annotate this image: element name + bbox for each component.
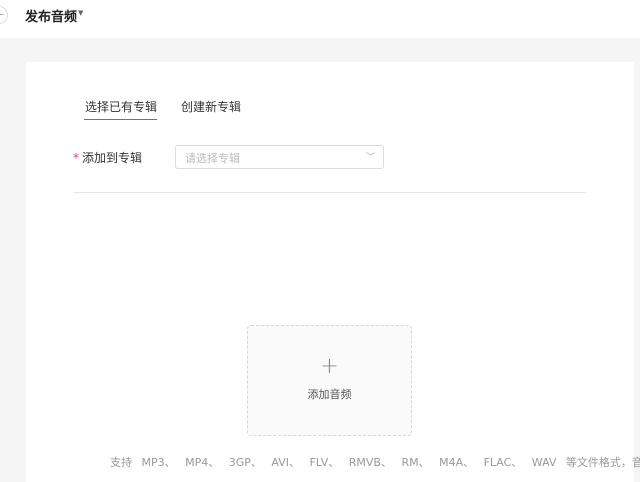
back-arrow-icon[interactable]: ← xyxy=(0,6,8,24)
supported-formats-hint: 支持 MP3、 MP4、 3GP、 AVI、 FLV、 RMVB、 RM、 M4… xyxy=(110,456,640,469)
add-audio-button[interactable]: + 添加音频 xyxy=(247,325,412,436)
active-tab-underline xyxy=(84,119,157,120)
album-label-text: 添加到专辑 xyxy=(82,151,143,165)
tab-select-existing-album[interactable]: 选择已有专辑 xyxy=(85,98,157,115)
top-bar: ← 发布音频 ▼ xyxy=(0,0,640,38)
caret-down-icon[interactable]: ▼ xyxy=(78,9,83,17)
add-audio-label: 添加音频 xyxy=(307,388,352,401)
album-label: * 添加到专辑 xyxy=(73,149,142,166)
album-select[interactable]: 请选择专辑 ﹀ xyxy=(175,145,384,169)
publish-card: 选择已有专辑 创建新专辑 * 添加到专辑 请选择专辑 ﹀ + 添加音频 支持 MP… xyxy=(26,62,640,482)
divider xyxy=(73,192,586,193)
chevron-down-icon: ﹀ xyxy=(365,153,375,163)
required-mark: * xyxy=(73,151,79,165)
plus-icon: + xyxy=(320,354,339,379)
tab-create-new-album[interactable]: 创建新专辑 xyxy=(181,98,241,115)
page-title: 发布音频 xyxy=(25,10,78,25)
album-select-placeholder: 请选择专辑 xyxy=(185,152,240,165)
